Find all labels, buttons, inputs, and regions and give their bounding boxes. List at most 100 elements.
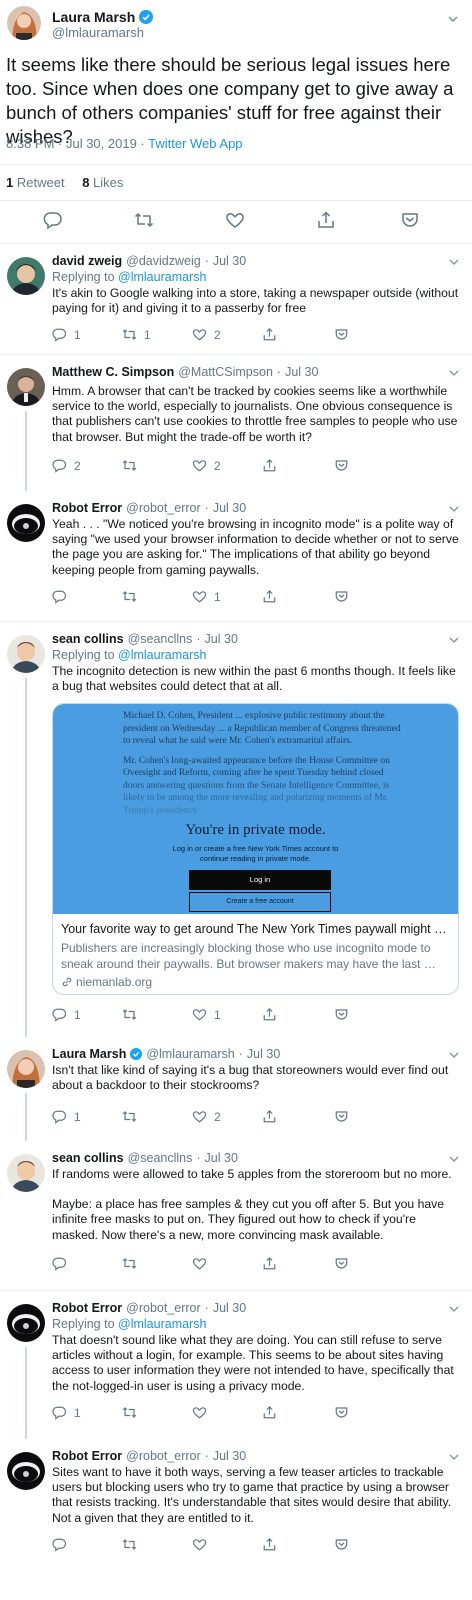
- author-handle[interactable]: @seancllns: [128, 632, 193, 646]
- reply-tweet[interactable]: Laura Marsh @lmlauramarsh · Jul 30 Isn't th…: [0, 1037, 472, 1141]
- reply-tweet[interactable]: sean collins @seancllns · Jul 30 If randoms…: [0, 1141, 472, 1291]
- chevron-down-icon[interactable]: [448, 1153, 460, 1165]
- reply-action[interactable]: [52, 1256, 74, 1271]
- share-icon[interactable]: [262, 1537, 277, 1552]
- chevron-down-icon[interactable]: [448, 634, 460, 646]
- tweet-date[interactable]: Jul 30: [213, 1301, 246, 1315]
- chevron-down-icon[interactable]: [448, 1303, 460, 1315]
- reply-tweet[interactable]: Robot Error @robot_error · Jul 30 Yeah . . …: [0, 491, 472, 621]
- pocket-icon[interactable]: [334, 1256, 349, 1271]
- chevron-down-icon[interactable]: [448, 256, 460, 268]
- reply-icon[interactable]: [43, 210, 63, 230]
- replying-to-link[interactable]: @lmlauramarsh: [118, 648, 206, 662]
- replying-to-link[interactable]: @lmlauramarsh: [118, 1317, 206, 1331]
- author-handle[interactable]: @robot_error: [126, 1449, 201, 1463]
- reply-action[interactable]: 1: [52, 1405, 81, 1420]
- share-icon[interactable]: [262, 1405, 277, 1420]
- reply-action[interactable]: 1: [52, 1109, 81, 1124]
- tweet-time[interactable]: 8:38 PM · Jul 30, 2019 ·: [6, 136, 148, 151]
- author-name[interactable]: Robot Error: [52, 1301, 122, 1315]
- chevron-down-icon[interactable]: [448, 1451, 460, 1463]
- retweet-action[interactable]: [122, 1256, 144, 1271]
- like-action[interactable]: 2: [192, 458, 221, 473]
- tweet-date[interactable]: Jul 30: [205, 632, 238, 646]
- pocket-icon[interactable]: [334, 589, 349, 604]
- author-handle[interactable]: @lmlauramarsh: [146, 1047, 234, 1061]
- retweets-stat[interactable]: 1 Retweet: [6, 175, 65, 190]
- chevron-down-icon[interactable]: [446, 12, 460, 26]
- pocket-icon[interactable]: [334, 1537, 349, 1552]
- avatar[interactable]: [7, 257, 45, 295]
- avatar[interactable]: [7, 1050, 45, 1088]
- replying-to-link[interactable]: @lmlauramarsh: [118, 270, 206, 284]
- author-handle[interactable]: @davidzweig: [126, 254, 201, 268]
- like-action[interactable]: 1: [192, 589, 221, 604]
- tweet-date[interactable]: Jul 30: [205, 1151, 238, 1165]
- author-name[interactable]: Laura Marsh: [52, 1047, 126, 1061]
- reply-tweet[interactable]: sean collins @seancllns · Jul 30 Replying t…: [0, 622, 472, 1037]
- author-name[interactable]: Matthew C. Simpson: [52, 365, 174, 379]
- retweet-action[interactable]: [122, 1109, 144, 1124]
- retweet-action[interactable]: [122, 589, 144, 604]
- avatar[interactable]: [7, 1154, 45, 1192]
- reply-tweet[interactable]: Robot Error @robot_error · Jul 30 Replying …: [0, 1291, 472, 1439]
- avatar[interactable]: [7, 1452, 45, 1490]
- share-icon[interactable]: [262, 589, 277, 604]
- pocket-icon[interactable]: [334, 1405, 349, 1420]
- like-action[interactable]: [192, 1537, 214, 1552]
- source-app-link[interactable]: Twitter Web App: [148, 136, 242, 151]
- like-action[interactable]: [192, 1256, 214, 1271]
- share-icon[interactable]: [262, 458, 277, 473]
- retweet-icon[interactable]: [134, 210, 154, 230]
- reply-action[interactable]: [52, 589, 74, 604]
- retweet-action[interactable]: [122, 458, 144, 473]
- avatar[interactable]: [7, 368, 45, 406]
- like-icon[interactable]: [225, 210, 245, 230]
- share-icon[interactable]: [316, 210, 336, 230]
- avatar[interactable]: [7, 635, 45, 673]
- reply-tweet[interactable]: Robot Error @robot_error · Jul 30 Sites wan…: [0, 1439, 472, 1600]
- share-icon[interactable]: [262, 1109, 277, 1124]
- reply-action[interactable]: 1: [52, 1007, 81, 1022]
- retweet-action[interactable]: 1: [122, 327, 151, 342]
- pocket-icon[interactable]: [334, 1109, 349, 1124]
- share-icon[interactable]: [262, 1007, 277, 1022]
- author-name[interactable]: Robot Error: [52, 1449, 122, 1463]
- reply-tweet[interactable]: david zweig @davidzweig · Jul 30 Replying t…: [0, 244, 472, 354]
- reply-action[interactable]: 2: [52, 458, 81, 473]
- author-handle[interactable]: @lmlauramarsh: [52, 25, 144, 40]
- tweet-date[interactable]: Jul 30: [213, 1449, 246, 1463]
- author-handle[interactable]: @seancllns: [128, 1151, 193, 1165]
- chevron-down-icon[interactable]: [448, 367, 460, 379]
- author-handle[interactable]: @MattCSimpson: [178, 365, 273, 379]
- share-icon[interactable]: [262, 1256, 277, 1271]
- reply-tweet[interactable]: Matthew C. Simpson @MattCSimpson · Jul 30 H…: [0, 355, 472, 491]
- like-action[interactable]: 2: [192, 327, 221, 342]
- retweet-action[interactable]: [122, 1405, 144, 1420]
- author-handle[interactable]: @robot_error: [126, 1301, 201, 1315]
- share-icon[interactable]: [262, 327, 277, 342]
- link-card[interactable]: Michael D. Cohen, President ... explosiv…: [52, 703, 459, 995]
- tweet-date[interactable]: Jul 30: [213, 501, 246, 515]
- likes-stat[interactable]: 8 Likes: [82, 175, 123, 190]
- tweet-date[interactable]: Jul 30: [285, 365, 318, 379]
- like-action[interactable]: 1: [192, 1007, 221, 1022]
- reply-action[interactable]: 1: [52, 327, 81, 342]
- avatar[interactable]: [7, 6, 41, 40]
- chevron-down-icon[interactable]: [448, 503, 460, 515]
- chevron-down-icon[interactable]: [448, 1049, 460, 1061]
- author-name[interactable]: sean collins: [52, 632, 124, 646]
- tweet-date[interactable]: Jul 30: [213, 254, 246, 268]
- author-name[interactable]: Laura Marsh: [52, 9, 154, 25]
- like-action[interactable]: [192, 1405, 214, 1420]
- pocket-icon[interactable]: [400, 210, 420, 230]
- author-name[interactable]: Robot Error: [52, 501, 122, 515]
- avatar[interactable]: [7, 504, 45, 542]
- avatar[interactable]: [7, 1304, 45, 1342]
- retweet-action[interactable]: [122, 1537, 144, 1552]
- author-name[interactable]: david zweig: [52, 254, 122, 268]
- reply-action[interactable]: [52, 1537, 74, 1552]
- retweet-action[interactable]: [122, 1007, 144, 1022]
- pocket-icon[interactable]: [334, 327, 349, 342]
- pocket-icon[interactable]: [334, 1007, 349, 1022]
